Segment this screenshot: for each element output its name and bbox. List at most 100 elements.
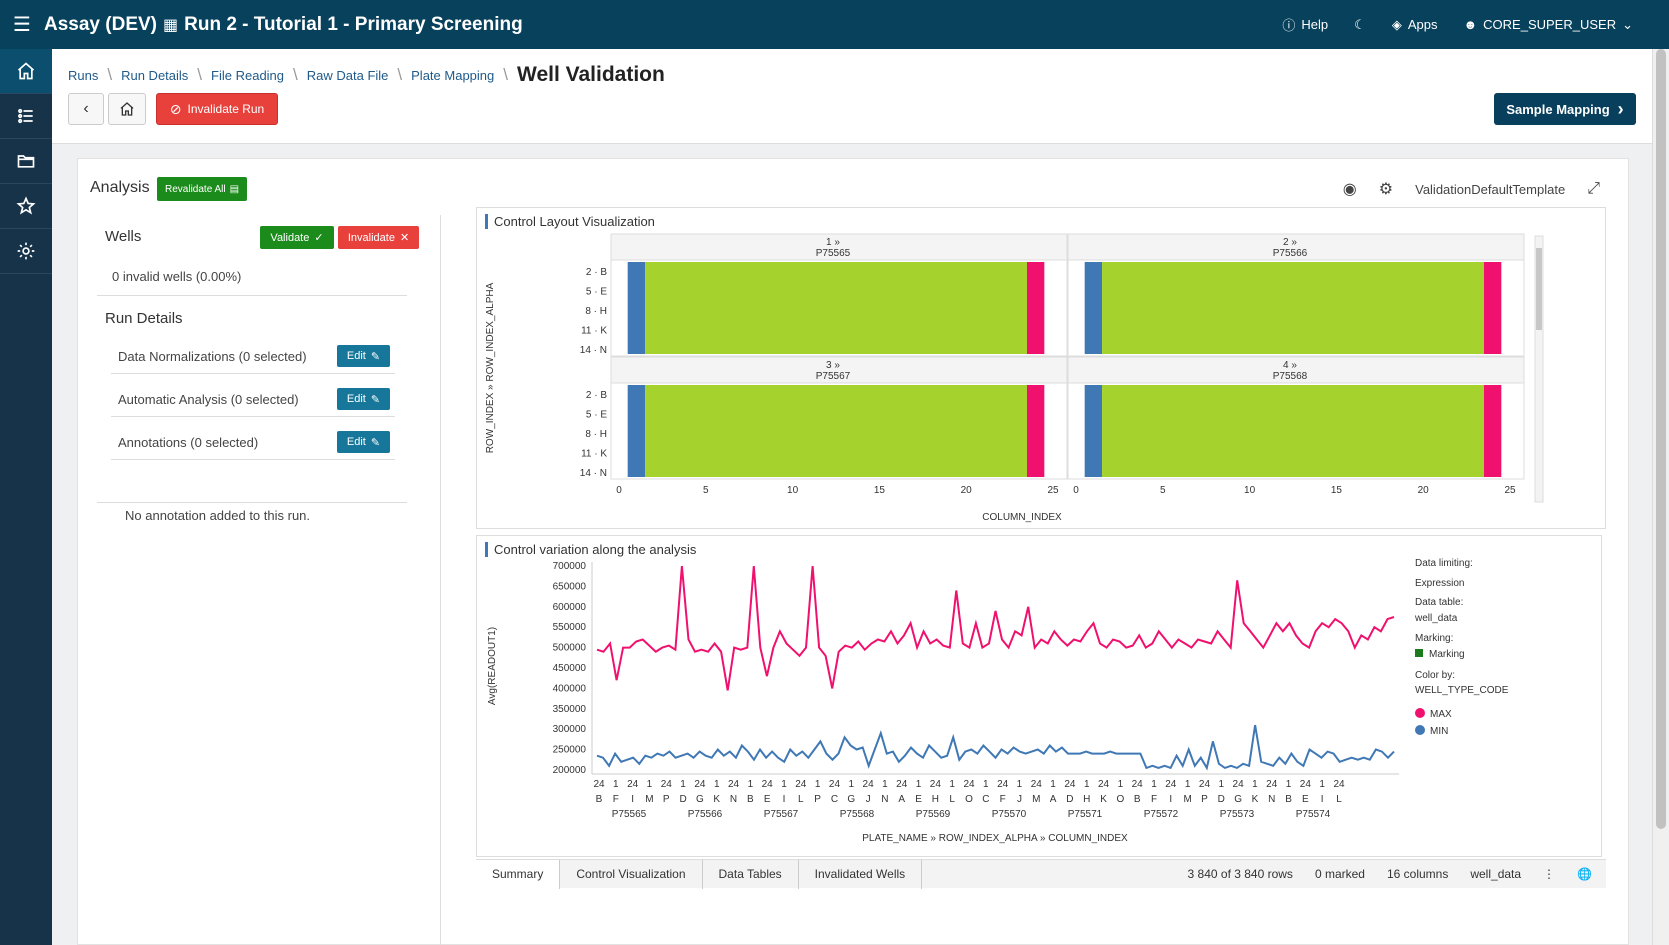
control-layout-chart[interactable]: 1 »P755652 · B5 · E8 · H11 · K14 · N2 »P…	[477, 208, 1605, 528]
page-header: Runs \ Run Details \ File Reading \ Raw Dat…	[52, 49, 1652, 144]
table-name[interactable]: well_data	[1470, 867, 1521, 881]
page-scrollbar[interactable]	[1652, 49, 1669, 945]
panel-index: 1 »	[826, 237, 840, 248]
x-tick-row: M	[1183, 794, 1191, 805]
breadcrumb-raw-data-file[interactable]: Raw Data File	[307, 68, 389, 83]
nav-list[interactable]	[0, 94, 52, 139]
x-tick-column: 24	[694, 779, 706, 790]
no-annotation-text: No annotation added to this run.	[125, 508, 311, 523]
tab-control-visualization[interactable]: Control Visualization	[560, 859, 703, 889]
annotations-label: Annotations (0 selected)	[118, 435, 259, 450]
x-tick-column: 1	[848, 779, 854, 790]
control-variation-chart[interactable]: 200000 250000 300000 350000 400000 450000 5000…	[477, 536, 1601, 856]
y-tick-label: 11 · K	[581, 449, 607, 460]
x-tick-column: 1	[1286, 779, 1292, 790]
breadcrumb: Runs \ Run Details \ File Reading \ Raw Dat…	[68, 63, 665, 86]
x-tick-column: 1	[1252, 779, 1258, 790]
x-tick-column: 24	[627, 779, 639, 790]
edit-annotations-button[interactable]: Edit ✎	[337, 431, 390, 453]
sample-mapping-button[interactable]: Sample Mapping ›	[1494, 93, 1636, 125]
x-tick-label: 10	[1244, 485, 1256, 496]
x-tick-row: E	[764, 794, 771, 805]
left-panel-scrollbar[interactable]	[440, 215, 452, 945]
legend-text: Data limiting:	[1415, 558, 1473, 569]
x-tick-column: 24	[1300, 779, 1312, 790]
help-link[interactable]: ⓘ Help	[1282, 15, 1328, 34]
x-tick-row: A	[1050, 794, 1057, 805]
app-title: Assay (DEV) ▦ Run 2 - Tutorial 1 - Prima…	[44, 14, 523, 36]
tab-summary[interactable]: Summary	[476, 859, 561, 889]
legend-text: Marking:	[1415, 633, 1453, 644]
template-name[interactable]: ValidationDefaultTemplate	[1415, 182, 1565, 197]
x-tick-row: P	[663, 794, 670, 805]
legend-text: well_data	[1414, 613, 1458, 624]
page-title: Well Validation	[517, 63, 665, 86]
x-tick-column: 1	[1319, 779, 1325, 790]
user-icon: ☻	[1463, 17, 1478, 32]
user-menu[interactable]: ☻ CORE_SUPER_USER ⌄	[1463, 17, 1633, 33]
series-line-min	[596, 724, 1395, 771]
x-tick-row: L	[1336, 794, 1342, 805]
nav-home[interactable]	[0, 49, 52, 94]
tab-invalidated-wells[interactable]: Invalidated Wells	[799, 859, 923, 889]
nav-settings[interactable]	[0, 229, 52, 274]
breadcrumb-plate-mapping[interactable]: Plate Mapping	[411, 68, 494, 83]
band-min	[1084, 262, 1103, 354]
edit-automatic-analysis-button[interactable]: Edit ✎	[337, 388, 390, 410]
x-tick-column: 24	[1031, 779, 1043, 790]
moon-icon: ☾	[1354, 16, 1366, 32]
band-sample	[645, 385, 1027, 477]
y-tick-label: 650000	[553, 581, 587, 592]
x-tick-column: 24	[1333, 779, 1345, 790]
grid-icon[interactable]: ▦	[163, 15, 178, 35]
check-icon: ✓	[314, 232, 324, 244]
expand-icon[interactable]: ⤢	[1587, 180, 1600, 198]
x-tick-label: 25	[1504, 485, 1516, 496]
x-axis-label: PLATE_NAME » ROW_INDEX_ALPHA » COLUMN_IN…	[862, 833, 1128, 844]
analysis-title: Analysis	[90, 179, 150, 196]
revalidate-all-button[interactable]: Revalidate All ▤	[157, 177, 248, 201]
x-axis-label: COLUMN_INDEX	[982, 512, 1062, 523]
x-tick-column: 1	[647, 779, 653, 790]
more-vertical-icon[interactable]: ⋮	[1543, 867, 1555, 881]
eye-icon[interactable]: ◉	[1343, 179, 1357, 199]
x-tick-column: 1	[1050, 779, 1056, 790]
nav-favorites[interactable]	[0, 184, 52, 229]
run-title: Run 2 - Tutorial 1 - Primary Screening	[184, 13, 523, 35]
apps-menu[interactable]: ◈ Apps	[1392, 17, 1438, 33]
edit-data-normalizations-button[interactable]: Edit ✎	[337, 345, 390, 367]
y-tick-label: 5 · E	[586, 410, 607, 421]
x-tick-column: 1	[748, 779, 754, 790]
y-tick-label: 14 · N	[580, 345, 607, 356]
invalidate-run-button[interactable]: ⊘ Invalidate Run	[156, 93, 278, 125]
nav-folder[interactable]	[0, 139, 52, 184]
x-tick-column: 1	[949, 779, 955, 790]
x-tick-column: 1	[1084, 779, 1090, 790]
breadcrumb-file-reading[interactable]: File Reading	[211, 68, 284, 83]
menu-icon[interactable]: ☰	[0, 0, 44, 49]
ban-icon: ⊘	[169, 100, 182, 117]
x-tick-row: K	[1252, 794, 1259, 805]
x-tick-column: 24	[896, 779, 908, 790]
validate-button[interactable]: Validate ✓	[260, 226, 334, 249]
control-variation-visualization: Control variation along the analysis 200…	[476, 535, 1602, 857]
x-tick-column: 24	[728, 779, 740, 790]
band-max	[1026, 385, 1045, 477]
y-axis-label: ROW_INDEX » ROW_INDEX_ALPHA	[485, 282, 496, 453]
scrollbar-thumb[interactable]	[1656, 49, 1666, 829]
home-button[interactable]	[108, 93, 146, 125]
breadcrumb-run-details[interactable]: Run Details	[121, 68, 188, 83]
x-tick-row: D	[1218, 794, 1225, 805]
x-tick-column: 1	[613, 779, 619, 790]
tab-data-tables[interactable]: Data Tables	[703, 859, 799, 889]
panel-plate: P75566	[1273, 248, 1308, 259]
globe-icon[interactable]: 🌐	[1577, 867, 1592, 881]
gear-icon[interactable]: ⚙	[1379, 179, 1393, 199]
breadcrumb-runs[interactable]: Runs	[68, 68, 98, 83]
legend-text: Expression	[1415, 578, 1464, 589]
x-tick-column: 1	[1017, 779, 1023, 790]
back-button[interactable]: ‹	[68, 93, 104, 125]
dark-mode-toggle[interactable]: ☾	[1354, 17, 1366, 33]
x-tick-column: 24	[661, 779, 673, 790]
invalidate-button[interactable]: Invalidate ✕	[338, 226, 419, 249]
